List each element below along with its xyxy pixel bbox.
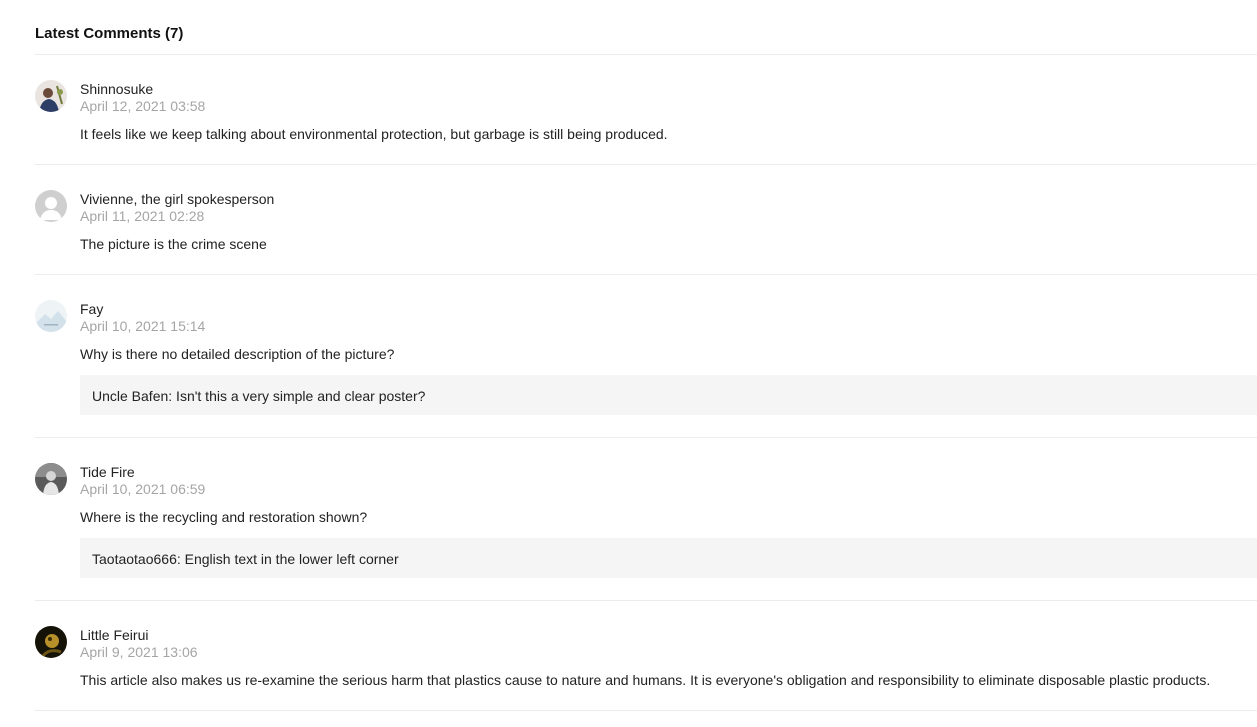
comment-username[interactable]: Little Feirui bbox=[80, 627, 1257, 644]
avatar[interactable] bbox=[35, 80, 67, 112]
comments-section: Latest Comments (7) Shinnosuke April 12,… bbox=[35, 0, 1257, 711]
landscape-avatar-icon bbox=[35, 300, 67, 332]
avatar[interactable] bbox=[35, 626, 67, 658]
comment-item: Shinnosuke April 12, 2021 03:58 It feels… bbox=[35, 55, 1257, 165]
user-photo-avatar-icon bbox=[35, 80, 67, 112]
comment-username[interactable]: Fay bbox=[80, 301, 1257, 318]
avatar[interactable] bbox=[35, 300, 67, 332]
avatar[interactable] bbox=[35, 190, 67, 222]
user-photo-avatar-icon bbox=[35, 626, 67, 658]
comment-timestamp: April 11, 2021 02:28 bbox=[80, 208, 205, 224]
comment-timestamp: April 9, 2021 13:06 bbox=[80, 644, 198, 660]
comment-timestamp: April 10, 2021 15:14 bbox=[80, 318, 206, 334]
comment-username[interactable]: Vivienne, the girl spokesperson bbox=[80, 191, 1257, 208]
comment-username[interactable]: Tide Fire bbox=[80, 464, 1257, 481]
comment-item: Tide Fire April 10, 2021 06:59 Where is … bbox=[35, 438, 1257, 601]
comment-reply: Taotaotao666: English text in the lower … bbox=[80, 538, 1257, 578]
comment-item: Fay April 10, 2021 15:14 Why is there no… bbox=[35, 275, 1257, 438]
comment-text: It feels like we keep talking about envi… bbox=[80, 126, 668, 142]
comment-timestamp: April 12, 2021 03:58 bbox=[80, 98, 206, 114]
comment-item: Vivienne, the girl spokesperson April 11… bbox=[35, 165, 1257, 275]
comment-username[interactable]: Shinnosuke bbox=[80, 81, 1257, 98]
comment-text: The picture is the crime scene bbox=[80, 236, 267, 252]
section-title: Latest Comments (7) bbox=[35, 0, 1257, 55]
comment-text: This article also makes us re-examine th… bbox=[80, 672, 1211, 688]
comment-text: Why is there no detailed description of … bbox=[80, 346, 395, 362]
user-photo-avatar-icon bbox=[35, 463, 67, 495]
default-user-avatar-icon bbox=[35, 190, 67, 222]
avatar[interactable] bbox=[35, 463, 67, 495]
comment-item: Little Feirui April 9, 2021 13:06 This a… bbox=[35, 601, 1257, 711]
comment-reply: Uncle Bafen: Isn't this a very simple an… bbox=[80, 375, 1257, 415]
comment-text: Where is the recycling and restoration s… bbox=[80, 509, 368, 525]
comment-timestamp: April 10, 2021 06:59 bbox=[80, 481, 206, 497]
